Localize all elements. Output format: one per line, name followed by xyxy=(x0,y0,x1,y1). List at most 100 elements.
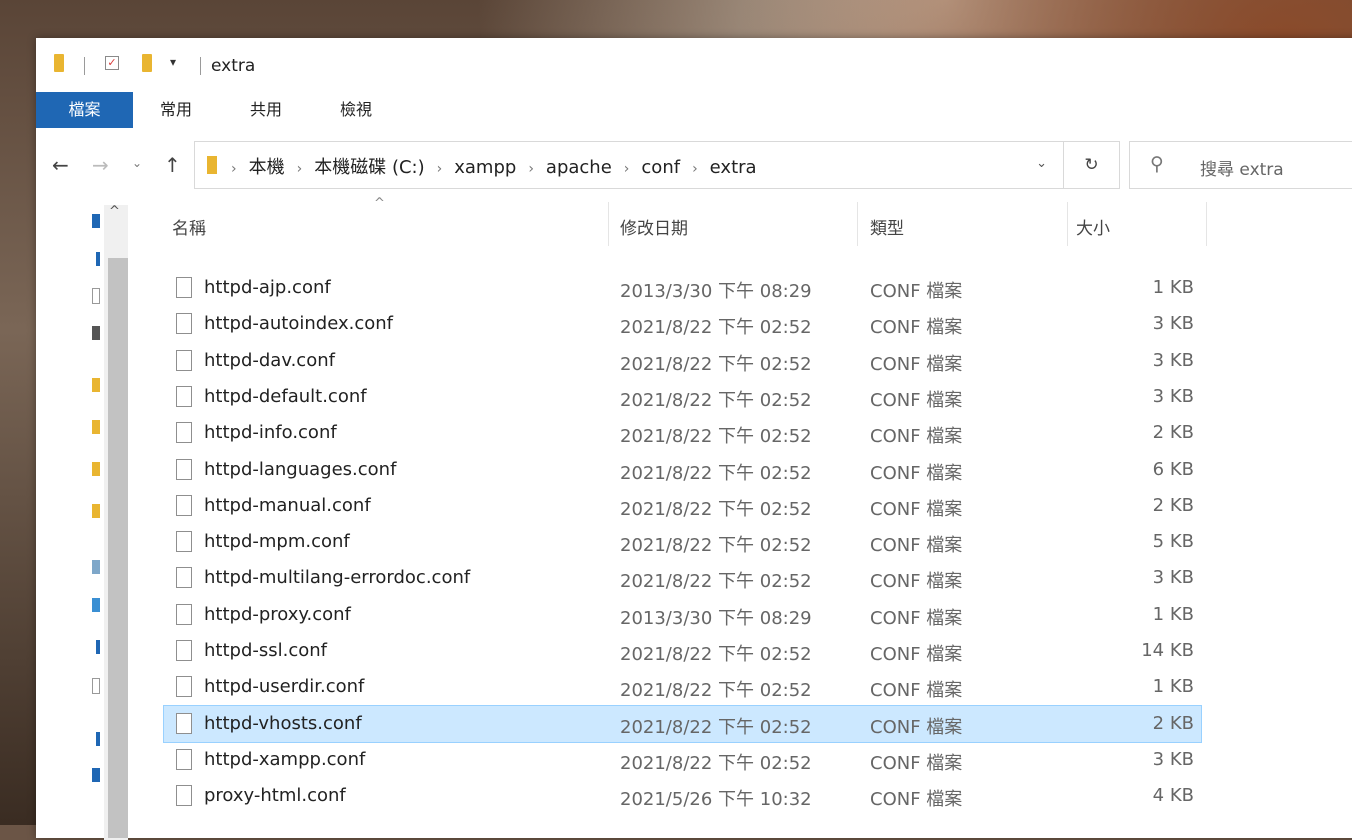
breadcrumb-item[interactable]: apache xyxy=(546,157,612,178)
download-icon[interactable] xyxy=(96,252,100,266)
pc-icon[interactable] xyxy=(92,598,100,612)
file-type: CONF 檔案 xyxy=(870,426,963,448)
column-header-row: ^ 名稱 修改日期 類型 大小 xyxy=(164,196,1352,250)
file-row[interactable]: httpd-dav.conf 2021/8/22 下午 02:52 CONF 檔案 3… xyxy=(164,343,1201,379)
column-header-name[interactable]: 名稱 xyxy=(172,214,206,239)
onedrive-icon[interactable] xyxy=(92,560,100,574)
column-divider[interactable] xyxy=(608,202,609,246)
address-row: ← → ⌄ ↑ › 本機 › 本機磁碟 (C:) › xampp › apache › conf ›… xyxy=(36,137,1352,195)
document-icon[interactable] xyxy=(92,678,100,694)
file-row[interactable]: httpd-vhosts.conf 2021/8/22 下午 02:52 CONF … xyxy=(163,704,1202,743)
file-size: 1 KB xyxy=(1152,676,1194,698)
file-row[interactable]: proxy-html.conf 2021/5/26 下午 10:32 CONF 檔案… xyxy=(164,778,1201,814)
file-name: httpd-userdir.conf xyxy=(204,676,365,698)
file-icon xyxy=(176,531,192,553)
file-row[interactable]: httpd-manual.conf 2021/8/22 下午 02:52 CONF … xyxy=(164,488,1201,524)
new-folder-icon[interactable] xyxy=(142,54,152,72)
breadcrumb-item[interactable]: conf xyxy=(641,157,680,178)
quick-access-icon[interactable] xyxy=(92,214,100,228)
recent-locations-icon[interactable]: ⌄ xyxy=(132,156,142,170)
properties-icon[interactable]: ✓ xyxy=(105,56,119,70)
file-size: 1 KB xyxy=(1152,277,1194,298)
file-size: 4 KB xyxy=(1152,785,1194,807)
file-row[interactable]: httpd-proxy.conf 2013/3/30 下午 08:29 CONF 檔… xyxy=(164,597,1201,633)
file-row[interactable]: httpd-languages.conf 2021/8/22 下午 02:52 CO… xyxy=(164,452,1201,488)
chevron-up-icon[interactable]: ^ xyxy=(109,204,120,219)
file-icon xyxy=(176,494,192,516)
file-type: CONF 檔案 xyxy=(870,789,963,811)
file-row[interactable]: httpd-ajp.conf 2013/3/30 下午 08:29 CONF 檔案 1… xyxy=(164,270,1201,306)
nav-scrollbar-thumb[interactable] xyxy=(108,258,128,838)
file-row[interactable]: httpd-userdir.conf 2021/8/22 下午 02:52 CONF… xyxy=(164,669,1201,705)
download-icon[interactable] xyxy=(96,640,100,654)
breadcrumb-item[interactable]: 本機 xyxy=(249,157,285,178)
chevron-right-icon[interactable]: › xyxy=(528,161,534,177)
refresh-icon[interactable]: ↻ xyxy=(1064,141,1120,189)
picture-icon[interactable] xyxy=(92,326,100,340)
forward-arrow-icon[interactable]: → xyxy=(92,153,109,177)
column-header-date[interactable]: 修改日期 xyxy=(620,214,688,239)
file-row[interactable]: httpd-multilang-errordoc.conf 2021/8/22 下… xyxy=(164,560,1201,596)
file-name: httpd-info.conf xyxy=(204,422,337,444)
folder-icon[interactable] xyxy=(92,462,100,476)
file-size: 1 KB xyxy=(1152,603,1194,625)
column-divider[interactable] xyxy=(857,202,858,246)
column-divider[interactable] xyxy=(1067,202,1068,246)
file-name: httpd-multilang-errordoc.conf xyxy=(204,567,471,589)
file-icon xyxy=(176,458,192,480)
file-size: 3 KB xyxy=(1152,567,1194,589)
file-icon xyxy=(176,676,192,698)
chevron-right-icon[interactable]: › xyxy=(231,161,237,177)
file-row[interactable]: httpd-autoindex.conf 2021/8/22 下午 02:52 CO… xyxy=(164,306,1201,342)
breadcrumb-item[interactable]: xampp xyxy=(454,157,516,178)
folder-icon[interactable] xyxy=(92,504,100,518)
search-icon: ⚲ xyxy=(1150,153,1164,175)
file-icon xyxy=(176,712,192,734)
tab-file[interactable]: 檔案 xyxy=(36,92,133,128)
file-date: 2021/8/22 下午 02:52 xyxy=(620,498,812,520)
file-type: CONF 檔案 xyxy=(870,680,963,702)
document-icon[interactable] xyxy=(92,288,100,304)
search-input[interactable]: ⚲ 搜尋 extra xyxy=(1129,141,1352,189)
up-arrow-icon[interactable]: ↑ xyxy=(164,153,181,177)
file-name: httpd-xampp.conf xyxy=(204,748,366,770)
file-name: httpd-default.conf xyxy=(204,385,367,407)
video-icon[interactable] xyxy=(92,768,100,782)
folder-icon xyxy=(207,156,217,174)
file-row[interactable]: httpd-info.conf 2021/8/22 下午 02:52 CONF 檔案… xyxy=(164,415,1201,451)
file-date: 2021/5/26 下午 10:32 xyxy=(620,789,812,811)
folder-icon[interactable] xyxy=(54,54,64,72)
column-header-size[interactable]: 大小 xyxy=(1076,214,1110,239)
back-arrow-icon[interactable]: ← xyxy=(52,153,69,177)
file-name: httpd-autoindex.conf xyxy=(204,313,393,335)
chevron-right-icon[interactable]: › xyxy=(297,161,303,177)
file-icon xyxy=(176,385,192,407)
file-name: httpd-vhosts.conf xyxy=(204,712,362,734)
breadcrumb-item[interactable]: extra xyxy=(710,157,757,178)
tab-home[interactable]: 常用 xyxy=(146,92,206,128)
address-bar[interactable]: › 本機 › 本機磁碟 (C:) › xampp › apache › conf › extra ⌄ xyxy=(194,141,1064,189)
folder-icon[interactable] xyxy=(92,420,100,434)
breadcrumb-item[interactable]: 本機磁碟 (C:) xyxy=(314,157,424,178)
chevron-right-icon[interactable]: › xyxy=(692,161,698,177)
folder-icon[interactable] xyxy=(92,378,100,392)
customize-toolbar-icon[interactable]: ▾ xyxy=(170,55,176,69)
chevron-down-icon[interactable]: ⌄ xyxy=(1036,156,1047,171)
file-name: httpd-dav.conf xyxy=(204,349,335,371)
tab-view[interactable]: 檢視 xyxy=(326,92,386,128)
chevron-right-icon[interactable]: › xyxy=(437,161,443,177)
column-header-type[interactable]: 類型 xyxy=(870,214,904,239)
file-row[interactable]: httpd-ssl.conf 2021/8/22 下午 02:52 CONF 檔案 1… xyxy=(164,633,1201,669)
file-name: proxy-html.conf xyxy=(204,785,346,807)
music-icon[interactable] xyxy=(96,732,100,746)
file-row[interactable]: httpd-default.conf 2021/8/22 下午 02:52 CONF… xyxy=(164,379,1201,415)
file-row[interactable]: httpd-xampp.conf 2021/8/22 下午 02:52 CONF 檔… xyxy=(164,742,1201,778)
chevron-right-icon[interactable]: › xyxy=(624,161,630,177)
file-row[interactable]: httpd-mpm.conf 2021/8/22 下午 02:52 CONF 檔案 5… xyxy=(164,524,1201,560)
file-name: httpd-ajp.conf xyxy=(204,277,331,298)
column-divider[interactable] xyxy=(1206,202,1207,246)
window-title: extra xyxy=(211,56,256,76)
tab-share[interactable]: 共用 xyxy=(236,92,296,128)
file-date: 2021/8/22 下午 02:52 xyxy=(620,353,812,375)
file-name: httpd-languages.conf xyxy=(204,458,397,480)
